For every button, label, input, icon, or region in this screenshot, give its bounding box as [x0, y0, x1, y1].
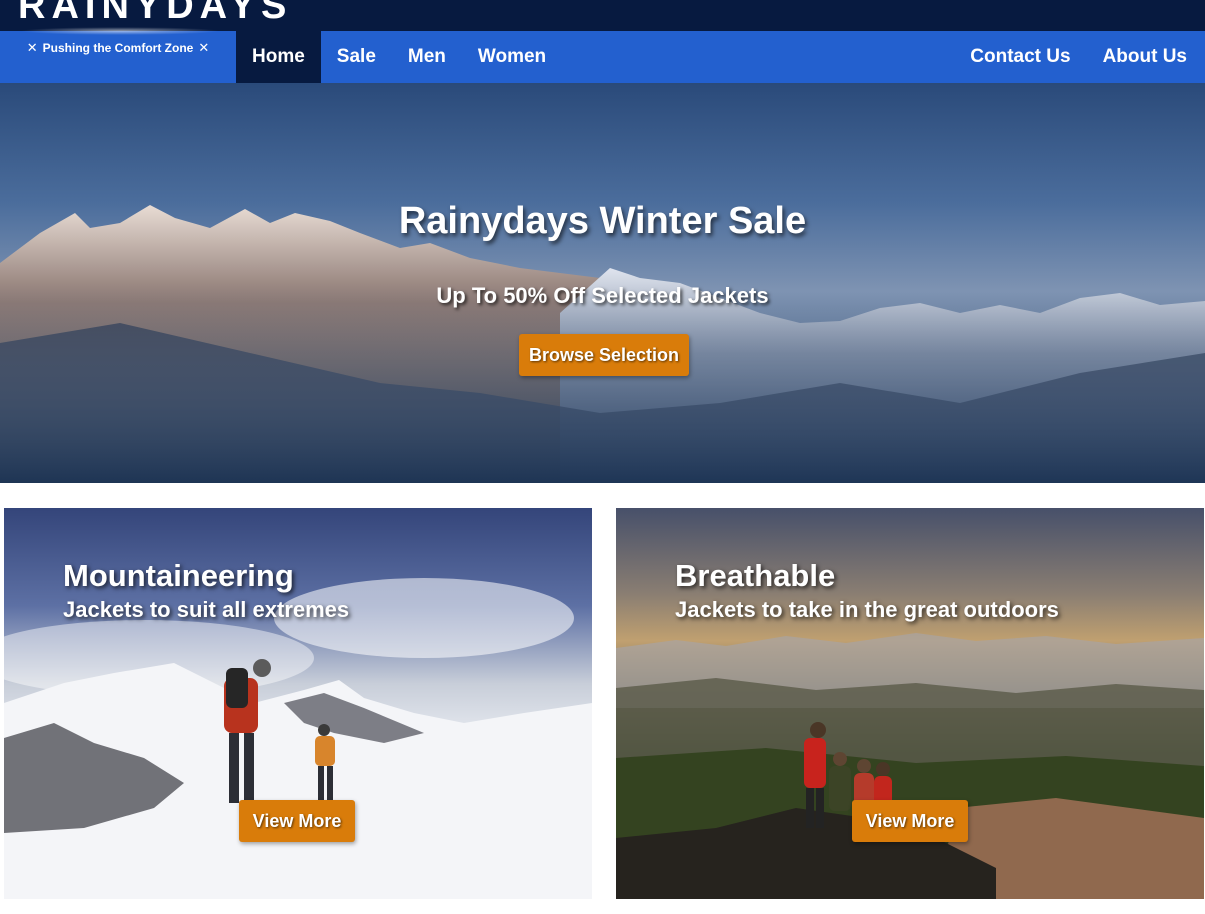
card-title: Mountaineering	[63, 558, 294, 593]
tagline-text: Pushing the Comfort Zone	[42, 41, 194, 55]
card-title: Breathable	[675, 558, 836, 593]
close-icon: ✕	[26, 40, 38, 55]
nav-men[interactable]: Men	[392, 31, 462, 83]
hero-title: Rainydays Winter Sale	[398, 200, 807, 242]
nav-home[interactable]: Home	[236, 31, 321, 83]
secondary-nav: Contact Us About Us	[954, 31, 1203, 83]
view-more-button[interactable]: View More	[239, 800, 355, 842]
hero-subtitle: Up To 50% Off Selected Jackets	[436, 283, 769, 308]
close-icon: ✕	[198, 40, 210, 55]
nav-about-us[interactable]: About Us	[1087, 31, 1203, 83]
card-mountaineering[interactable]: Mountaineering Jackets to suit all extre…	[4, 508, 592, 899]
main-nav: Home Sale Men Women	[236, 31, 562, 83]
logo[interactable]: RAINYDAYS	[18, 0, 292, 28]
hero-banner: Rainydays Winter Sale Up To 50% Off Sele…	[0, 83, 1205, 483]
card-breathable[interactable]: Breathable Jackets to take in the great …	[616, 508, 1204, 899]
card-subtitle: Jackets to suit all extremes	[63, 597, 350, 622]
view-more-button[interactable]: View More	[852, 800, 968, 842]
card-subtitle: Jackets to take in the great outdoors	[675, 597, 1059, 622]
browse-selection-button[interactable]: Browse Selection	[519, 334, 689, 376]
top-bar: RAINYDAYS	[0, 0, 1205, 31]
nav-sale[interactable]: Sale	[321, 31, 392, 83]
tagline: ✕ Pushing the Comfort Zone ✕	[0, 31, 236, 65]
nav-contact-us[interactable]: Contact Us	[954, 31, 1086, 83]
nav-women[interactable]: Women	[462, 31, 562, 83]
